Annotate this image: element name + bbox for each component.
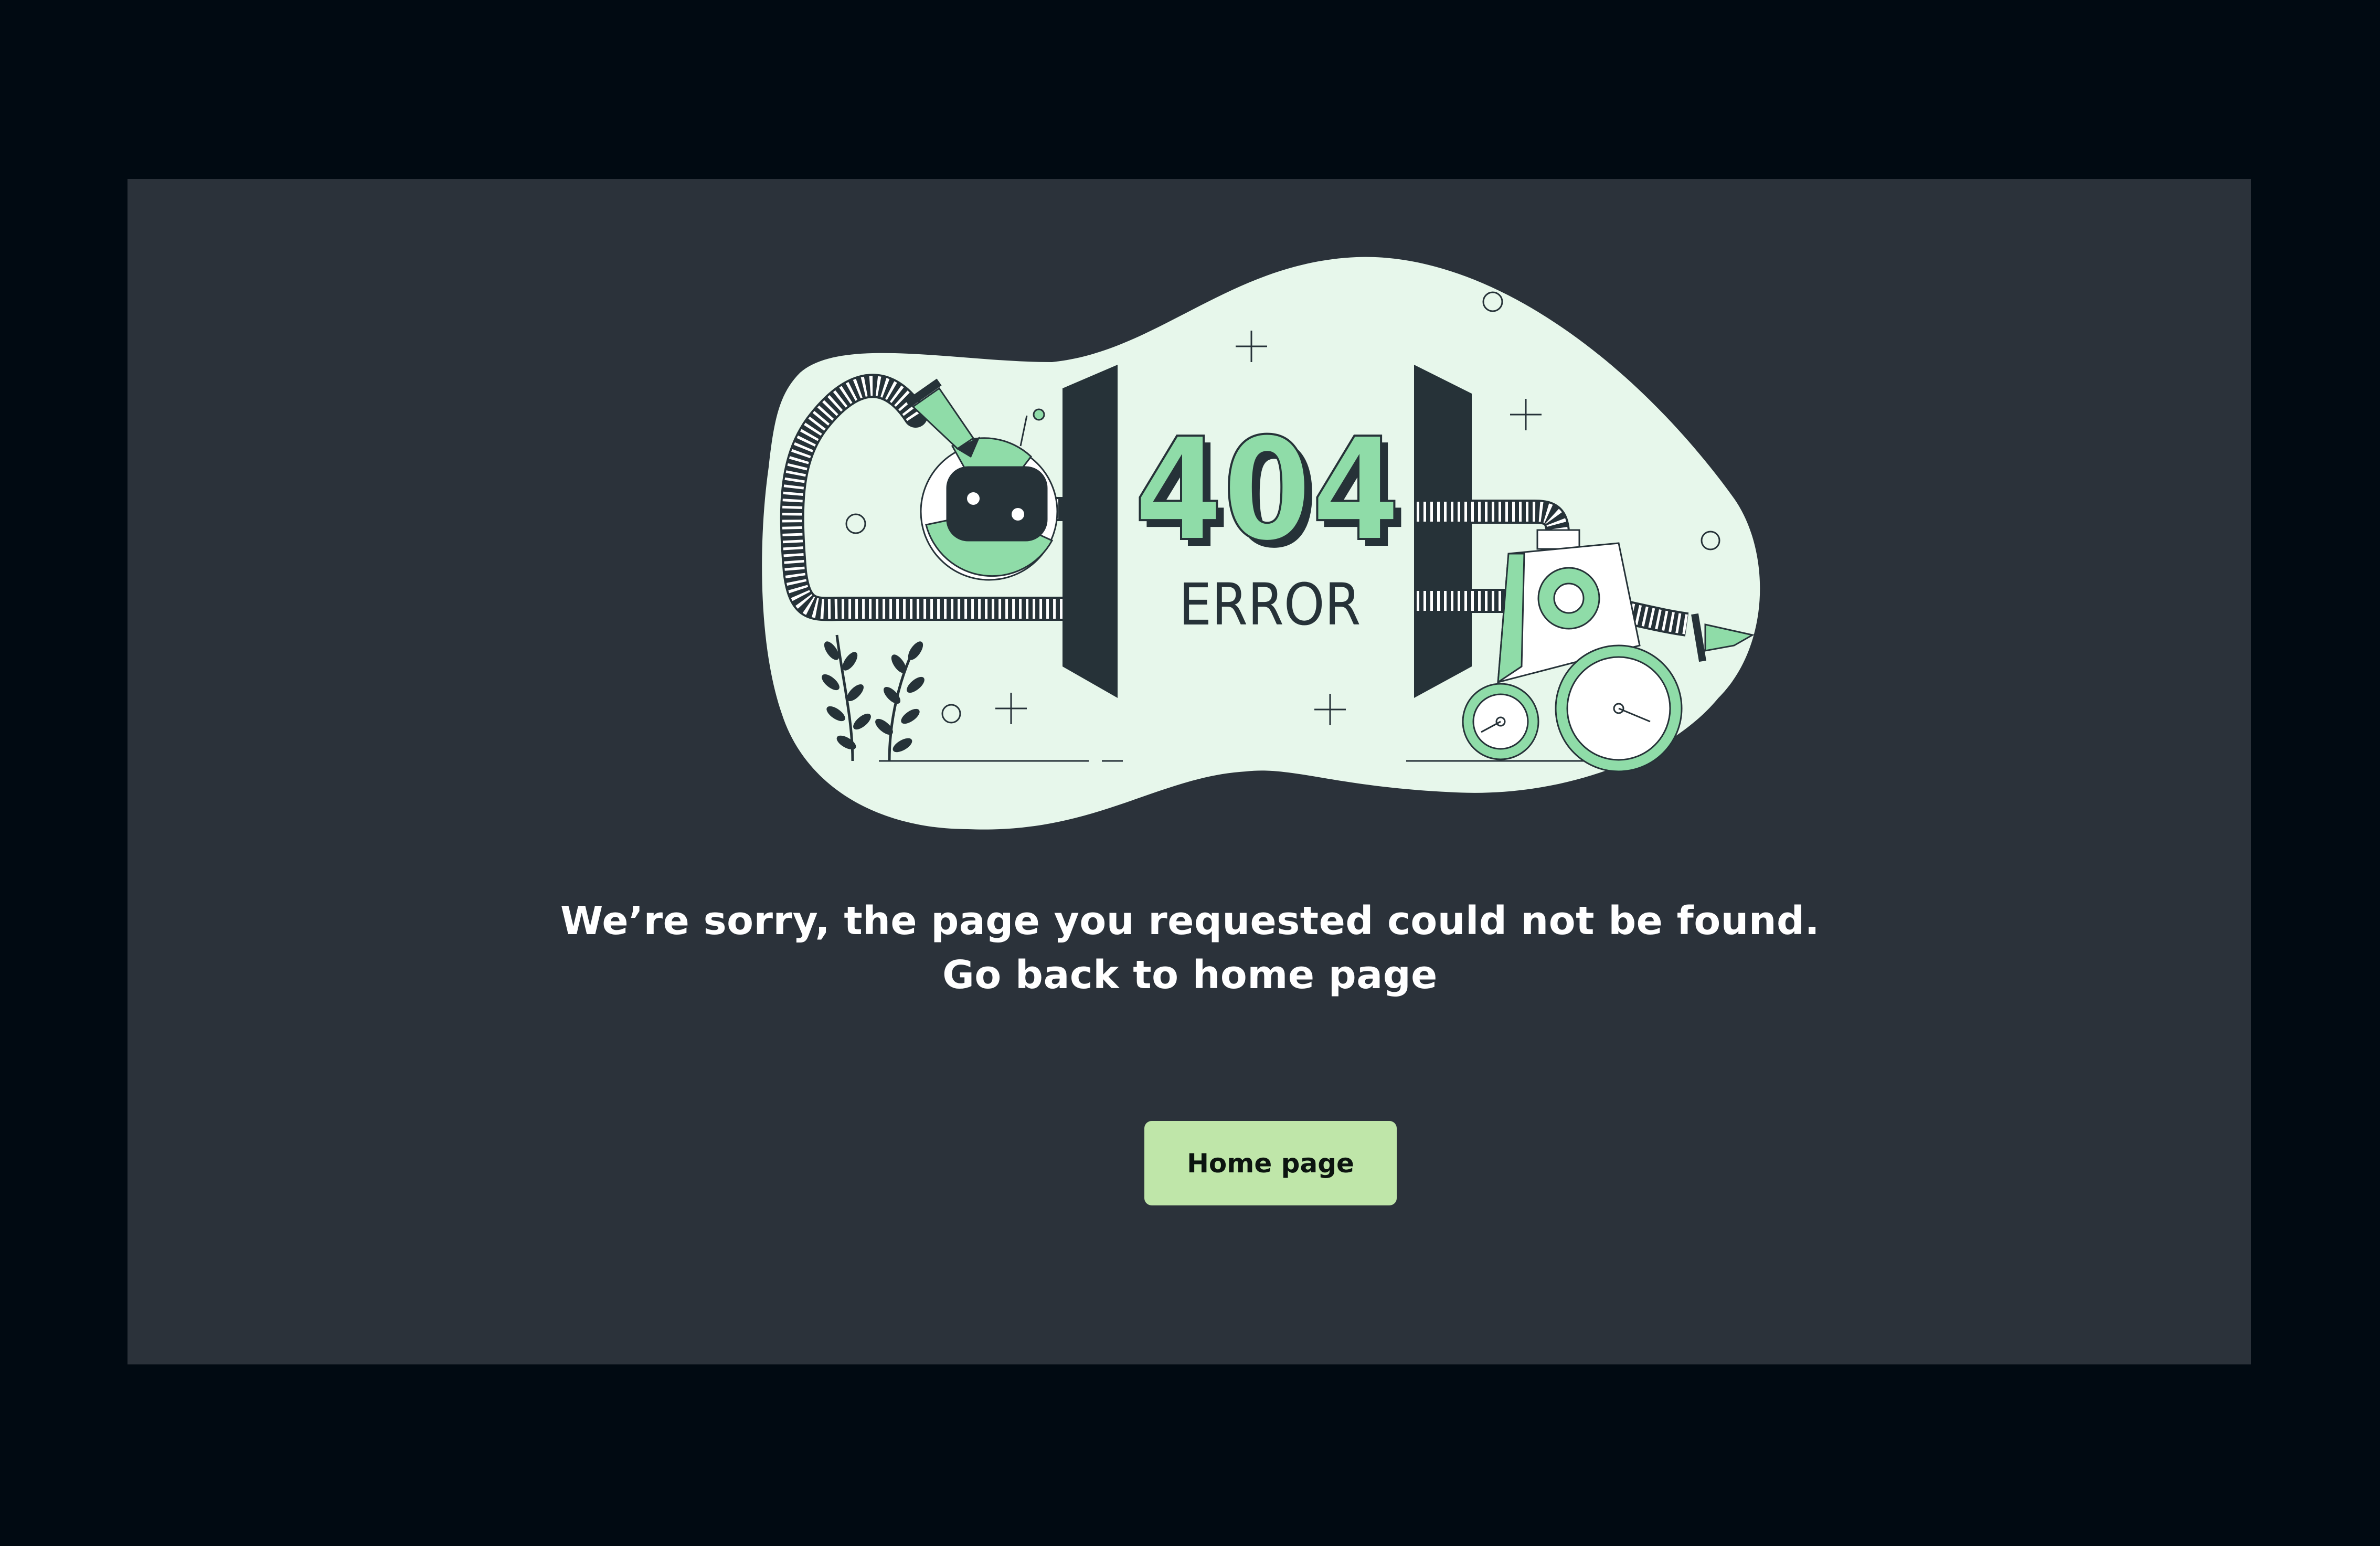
error-illustration: 404 404 ERROR [758, 247, 1773, 842]
error-label: ERROR [1179, 571, 1361, 638]
error-code: 404 [1134, 407, 1400, 573]
home-page-button[interactable]: Home page [1144, 1121, 1397, 1205]
robots-404-graphic: 404 404 ERROR [762, 257, 1760, 830]
left-gate [1062, 365, 1118, 698]
error-message: We’re sorry, the page you requested coul… [560, 898, 1820, 944]
right-gate [1414, 365, 1472, 698]
error-hint: Go back to home page [942, 952, 1438, 998]
